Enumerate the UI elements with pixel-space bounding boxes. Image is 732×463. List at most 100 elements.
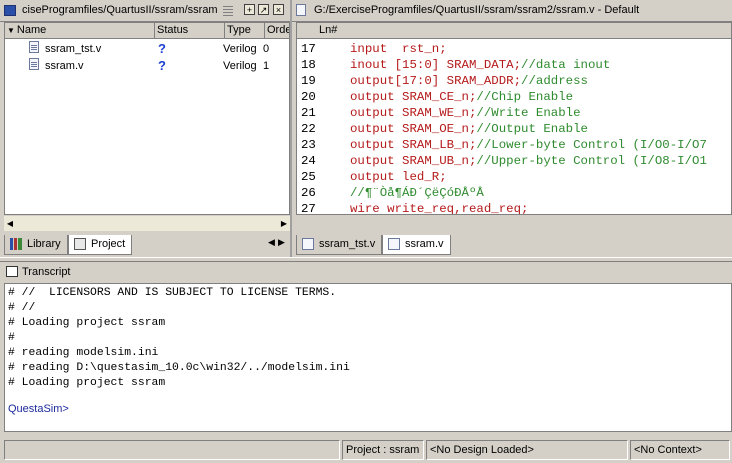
code-comment: //data inout (521, 58, 611, 72)
status-context: <No Context> (630, 440, 730, 460)
verilog-file-icon (388, 238, 400, 250)
project-file-list: ▼ Name Status Type Orde ssram_tst.v ? Ver… (4, 22, 290, 215)
line-number: 24 (301, 154, 316, 168)
transcript-console[interactable]: # // LICENSORS AND IS SUBJECT TO LICENSE… (4, 283, 732, 432)
code-comment: //Write Enable (476, 106, 581, 120)
project-window: ciseProgramfiles/QuartusII/ssram/ssram +… (0, 0, 290, 257)
code-statement: wire write_req,read_req; (350, 202, 529, 215)
column-header-status[interactable]: Status (155, 23, 225, 39)
tab-ssram[interactable]: ssram.v (382, 235, 451, 255)
code-statement: input rst_n; (350, 42, 447, 56)
file-order: 1 (263, 60, 270, 72)
transcript-titlebar[interactable]: Transcript (0, 262, 732, 282)
code-statement: output SRAM_UB_n; (350, 154, 477, 168)
project-tabstrip: Library Project ◀ ▶ (0, 233, 290, 255)
code-text: output[17:0] SRAM_ADDR;//address (350, 73, 588, 89)
transcript-line: # Loading project ssram (8, 317, 166, 329)
add-icon[interactable]: + (244, 4, 255, 15)
code-statement: output[17:0] SRAM_ADDR; (350, 74, 522, 88)
transcript-title: Transcript (22, 266, 71, 278)
transcript-icon (6, 266, 18, 277)
code-text: output SRAM_LB_n;//Lower-byte Control (I… (350, 137, 707, 153)
code-view[interactable]: Ln# 17 input rst_n; 18 inout [15:0] SRAM_DA… (296, 22, 732, 215)
editor-tabstrip: ssram_tst.v ssram.v (292, 233, 732, 255)
library-icon (10, 238, 22, 250)
code-text: output SRAM_CE_n;//Chip Enable (350, 89, 573, 105)
tab-library[interactable]: Library (4, 235, 68, 255)
editor-title: G:/ExerciseProgramfiles/QuartusII/ssram/… (314, 4, 640, 16)
line-number: 25 (301, 170, 316, 184)
project-window-titlebar[interactable]: ciseProgramfiles/QuartusII/ssram/ssram +… (0, 0, 290, 22)
tab-project[interactable]: Project (68, 235, 133, 255)
transcript-line: # (8, 332, 15, 344)
code-comment: //Chip Enable (476, 90, 574, 104)
code-comment: //¶¨Òå¶ÁÐ´ÇëÇóÐÅºÅ (350, 186, 484, 200)
tab-ssram-tst[interactable]: ssram_tst.v (296, 235, 383, 255)
transcript-line: # // (8, 302, 36, 314)
code-comment: //Output Enable (476, 122, 588, 136)
transcript-window: Transcript # // LICENSORS AND IS SUBJECT… (0, 262, 732, 436)
window-menu-icon[interactable] (4, 5, 16, 16)
code-text: output SRAM_WE_n;//Write Enable (350, 105, 581, 121)
scroll-right-icon[interactable]: ▶ (278, 217, 290, 230)
verilog-file-icon (29, 58, 39, 70)
status-bar: Project : ssram <No Design Loaded> <No C… (0, 438, 732, 463)
line-number: 19 (301, 74, 316, 88)
code-text: wire write_req,read_req; (350, 201, 529, 215)
line-number: 23 (301, 138, 316, 152)
code-text: output led_R; (350, 169, 447, 185)
close-icon[interactable]: × (273, 4, 284, 15)
project-window-title: ciseProgramfiles/QuartusII/ssram/ssram (22, 4, 218, 16)
editor-titlebar[interactable]: G:/ExerciseProgramfiles/QuartusII/ssram/… (292, 0, 732, 22)
line-number: 22 (301, 122, 316, 136)
verilog-file-icon (29, 41, 39, 53)
code-statement: output SRAM_CE_n; (350, 90, 477, 104)
line-number: 21 (301, 106, 316, 120)
code-text: inout [15:0] SRAM_DATA;//data inout (350, 57, 610, 73)
file-row[interactable]: ssram_tst.v ? Verilog 0 (5, 41, 289, 57)
code-comment: //address (521, 74, 588, 88)
file-order: 0 (263, 43, 270, 55)
verilog-file-icon (302, 238, 314, 250)
file-name: ssram_tst.v (45, 43, 102, 55)
code-text: input rst_n; (350, 41, 447, 57)
scroll-left-icon[interactable]: ◀ (4, 217, 16, 230)
source-editor-window: G:/ExerciseProgramfiles/QuartusII/ssram/… (292, 0, 732, 257)
status-project: Project : ssram (342, 440, 424, 460)
code-statement: output SRAM_OE_n; (350, 122, 477, 136)
drag-grip-icon[interactable] (223, 5, 233, 16)
file-row[interactable]: ssram.v ? Verilog 1 (5, 58, 289, 74)
code-statement: output SRAM_LB_n; (350, 138, 477, 152)
file-name: ssram.v (45, 60, 84, 72)
line-number: 18 (301, 58, 316, 72)
line-number: 20 (301, 90, 316, 104)
code-statement: output led_R; (350, 170, 447, 184)
code-text: output SRAM_UB_n;//Upper-byte Control (I… (350, 153, 707, 169)
project-horizontal-scrollbar[interactable]: ◀ ▶ (4, 215, 290, 231)
column-header-name[interactable]: ▼ Name (5, 23, 155, 39)
undock-icon[interactable]: ↗ (258, 4, 269, 15)
column-header-order[interactable]: Orde (265, 23, 289, 39)
project-icon (74, 238, 86, 250)
code-comment: //Lower-byte Control (I/O0-I/O7 (476, 138, 707, 152)
command-prompt[interactable]: QuestaSim> (8, 402, 69, 417)
transcript-line: # reading modelsim.ini (8, 347, 159, 359)
editor-file-icon (296, 4, 306, 16)
file-type: Verilog (223, 43, 257, 55)
status-unknown-icon: ? (158, 58, 166, 73)
file-type: Verilog (223, 60, 257, 72)
line-number: 27 (301, 202, 316, 215)
status-unknown-icon: ? (158, 41, 166, 56)
code-statement: output SRAM_WE_n; (350, 106, 477, 120)
code-text: //¶¨Òå¶ÁÐ´ÇëÇóÐÅºÅ (350, 185, 484, 201)
transcript-line: # // LICENSORS AND IS SUBJECT TO LICENSE… (8, 287, 337, 299)
sort-arrow-icon: ▼ (7, 26, 15, 35)
tab-scroll-right-icon[interactable]: ▶ (278, 237, 285, 248)
transcript-line: # Loading project ssram (8, 377, 166, 389)
code-statement: inout [15:0] SRAM_DATA; (350, 58, 522, 72)
transcript-line: # reading D:\questasim_10.0c\win32/../mo… (8, 362, 350, 374)
vertical-splitter[interactable] (290, 0, 292, 257)
code-text: output SRAM_OE_n;//Output Enable (350, 121, 588, 137)
column-header-type[interactable]: Type (225, 23, 265, 39)
tab-scroll-left-icon[interactable]: ◀ (268, 237, 275, 248)
